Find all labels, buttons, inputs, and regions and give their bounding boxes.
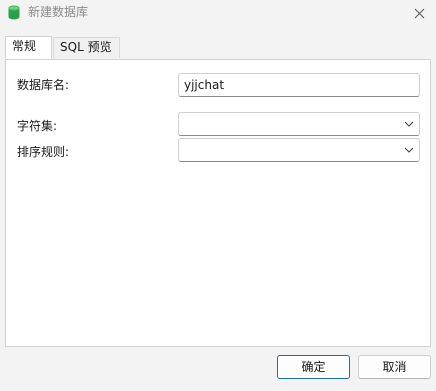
charset-select[interactable]	[178, 112, 420, 136]
chevron-down-icon	[404, 121, 414, 127]
ok-button[interactable]: 确定	[277, 355, 350, 379]
cancel-button[interactable]: 取消	[358, 355, 431, 379]
db-name-label: 数据库名:	[17, 78, 70, 92]
collation-label: 排序规则:	[17, 145, 70, 159]
chevron-down-icon	[404, 147, 414, 153]
window-title: 新建数据库	[28, 5, 89, 19]
collation-select[interactable]	[178, 138, 420, 162]
close-icon	[414, 8, 424, 18]
database-icon	[8, 5, 20, 20]
new-database-dialog: 新建数据库 常规 SQL 预览 数据库名: 字符集: 排序规则: 确定 取消	[0, 0, 436, 391]
close-button[interactable]	[408, 3, 430, 23]
tab-sql-preview[interactable]: SQL 预览	[53, 37, 120, 58]
charset-label: 字符集:	[17, 119, 58, 133]
db-name-input[interactable]	[178, 73, 420, 97]
tab-general[interactable]: 常规	[5, 36, 52, 59]
general-panel: 数据库名: 字符集: 排序规则:	[5, 59, 431, 347]
title-bar: 新建数据库	[0, 0, 436, 26]
